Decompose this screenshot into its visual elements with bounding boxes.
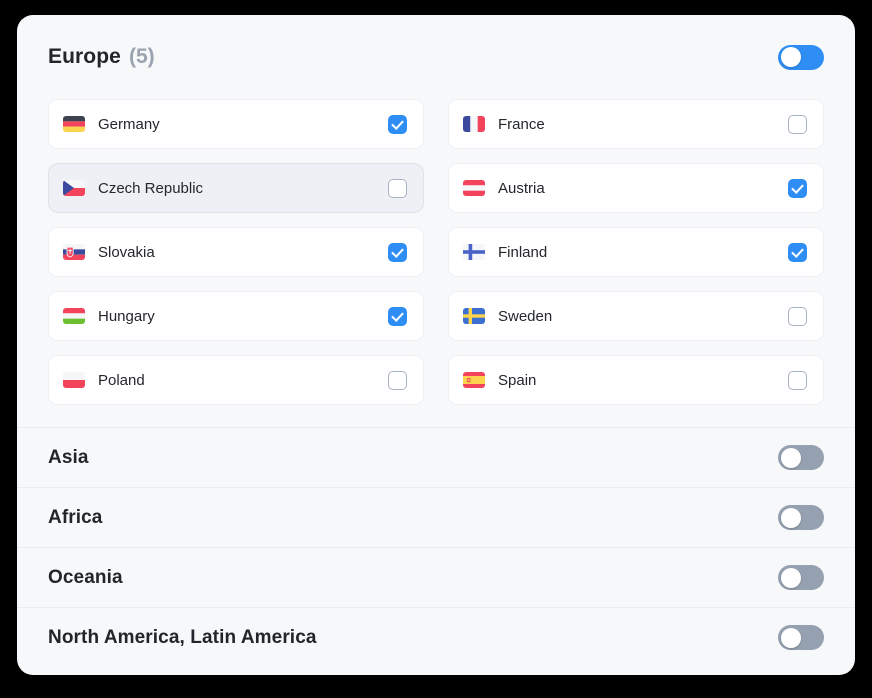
- country-row[interactable]: Germany: [48, 99, 424, 149]
- country-name: Germany: [98, 115, 160, 133]
- section-toggle[interactable]: [778, 625, 824, 650]
- section-title: North America, Latin America: [48, 626, 317, 648]
- country-checkbox[interactable]: [788, 306, 807, 326]
- country-name: Finland: [498, 243, 548, 261]
- section-header-oceania[interactable]: Oceania: [17, 548, 855, 607]
- flag-france-icon: [463, 116, 485, 132]
- country-checkbox[interactable]: [788, 114, 807, 134]
- flag-hungary-icon: [63, 308, 85, 324]
- country-name: France: [498, 115, 545, 133]
- section-title: Africa: [48, 506, 103, 528]
- country-row[interactable]: Sweden: [448, 291, 824, 341]
- section-title: Asia: [48, 446, 89, 468]
- country-checkbox[interactable]: [388, 306, 407, 326]
- country-name: Spain: [498, 371, 537, 389]
- flag-austria-icon: [463, 180, 485, 196]
- country-checkbox[interactable]: [388, 178, 407, 198]
- toggle-knob: [780, 507, 801, 528]
- section-toggle[interactable]: [778, 505, 824, 530]
- country-name: Czech Republic: [98, 179, 204, 197]
- country-checkbox[interactable]: [388, 242, 407, 262]
- section-toggle-europe[interactable]: [778, 44, 824, 70]
- country-row[interactable]: Czech Republic: [48, 163, 424, 213]
- country-name: Slovakia: [98, 243, 155, 261]
- country-checkbox[interactable]: [388, 370, 407, 390]
- section-title-europe: Europe: [48, 45, 121, 68]
- country-row[interactable]: Spain: [448, 355, 824, 405]
- flag-spain-icon: [463, 372, 485, 388]
- toggle-knob: [780, 627, 801, 648]
- section-title: Oceania: [48, 566, 123, 588]
- country-checkbox[interactable]: [788, 242, 807, 262]
- country-row[interactable]: France: [448, 99, 824, 149]
- region-selector-card: Europe (5) Germany France Czech Republic Au…: [17, 15, 855, 675]
- country-row[interactable]: Poland: [48, 355, 424, 405]
- country-grid: Germany France Czech Republic Austria Slovak…: [17, 99, 855, 427]
- flag-sweden-icon: [463, 308, 485, 324]
- flag-slovakia-icon: [63, 244, 85, 260]
- country-name: Sweden: [498, 307, 553, 325]
- country-checkbox[interactable]: [388, 114, 407, 134]
- toggle-knob: [780, 447, 801, 468]
- country-row[interactable]: Finland: [448, 227, 824, 277]
- country-checkbox[interactable]: [788, 178, 807, 198]
- country-row[interactable]: Austria: [448, 163, 824, 213]
- collapsed-section-list: Asia Africa Oceania North America, Latin Am…: [17, 427, 855, 667]
- country-row[interactable]: Hungary: [48, 291, 424, 341]
- flag-poland-icon: [63, 372, 85, 388]
- section-header-africa[interactable]: Africa: [17, 488, 855, 547]
- country-row[interactable]: Slovakia: [48, 227, 424, 277]
- country-checkbox[interactable]: [788, 370, 807, 390]
- country-name: Austria: [498, 179, 545, 197]
- section-count-europe: (5): [128, 45, 155, 68]
- country-name: Poland: [98, 371, 145, 389]
- flag-czech-republic-icon: [63, 180, 85, 196]
- section-header-north-america-latin-america[interactable]: North America, Latin America: [17, 608, 855, 667]
- section-toggle[interactable]: [778, 565, 824, 590]
- toggle-knob: [780, 47, 801, 67]
- section-toggle[interactable]: [778, 445, 824, 470]
- section-header-europe[interactable]: Europe (5): [17, 15, 855, 99]
- toggle-knob: [780, 567, 801, 588]
- country-name: Hungary: [98, 307, 155, 325]
- flag-finland-icon: [463, 244, 485, 260]
- flag-germany-icon: [63, 116, 85, 132]
- section-header-asia[interactable]: Asia: [17, 428, 855, 487]
